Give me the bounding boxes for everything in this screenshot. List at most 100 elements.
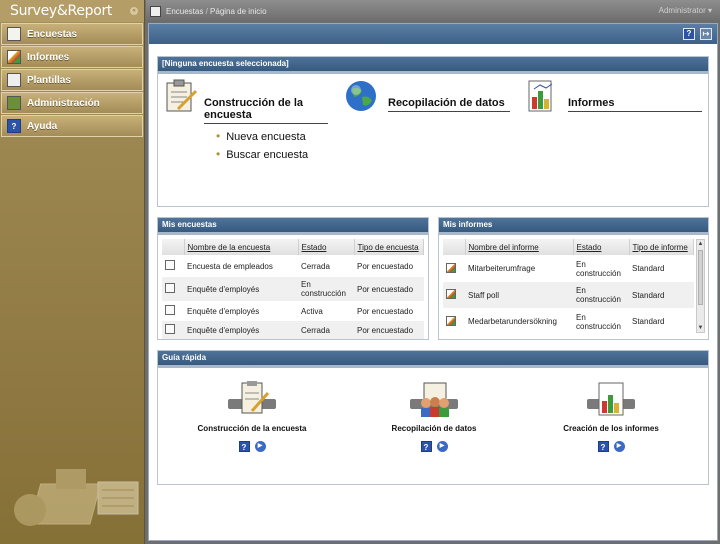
table-row[interactable]: Staff poll En construcción Standard xyxy=(443,282,694,308)
breadcrumb-current: Página de inicio xyxy=(210,6,267,16)
column-header-type[interactable]: Tipo de encuesta xyxy=(354,239,424,255)
survey-icon xyxy=(165,283,175,293)
surveys-table: Nombre de la encuesta Estado Tipo de enc… xyxy=(162,239,424,339)
guide-item-label: Construcción de la encuesta xyxy=(197,424,307,433)
sidebar-item-encuestas[interactable]: Encuestas xyxy=(1,23,143,45)
guide-item-label: Creación de los informes xyxy=(563,424,659,433)
breadcrumb-root[interactable]: Encuestas xyxy=(166,7,203,16)
quick-guide-panel: Guía rápida Construcción de la encuesta … xyxy=(157,350,709,485)
survey-status: Activa xyxy=(301,306,323,316)
chevron-down-icon: ▾ xyxy=(707,6,712,15)
report-chart-icon xyxy=(446,289,456,299)
help-icon: ? xyxy=(7,119,21,133)
survey-name[interactable]: Enquête d'employés xyxy=(184,277,298,301)
globe-icon xyxy=(346,81,376,111)
help-button[interactable]: ? xyxy=(683,28,695,40)
guide-item-build: Construcción de la encuesta ? ▶ xyxy=(177,381,327,452)
table-row[interactable]: Medarbetarundersökning En construcción S… xyxy=(443,308,694,335)
panel-title: [Ninguna encuesta seleccionada] xyxy=(158,57,708,74)
scrollbar-thumb[interactable] xyxy=(698,250,703,305)
report-name[interactable]: Mitarbeiterumfrage xyxy=(465,255,573,282)
report-name[interactable]: Staff poll xyxy=(465,282,573,308)
survey-icon xyxy=(165,324,175,334)
table-row[interactable]: Enquête d'employés En construcción Por e… xyxy=(162,277,424,301)
sidebar-decoration-image xyxy=(14,469,139,526)
panel-title: Mis informes xyxy=(439,218,708,235)
report-name[interactable]: Medarbetarundersökning xyxy=(465,308,573,335)
scroll-up-arrow-icon[interactable]: ▲ xyxy=(697,240,704,248)
wizard-step-reports: Informes xyxy=(526,79,706,119)
survey-type: Por encuestado xyxy=(354,277,424,301)
reports-table: Nombre del informe Estado Tipo de inform… xyxy=(443,239,694,335)
wizard-step-build: Construcción de la encuesta Nueva encues… xyxy=(164,79,334,189)
survey-icon xyxy=(150,5,161,17)
logo-bar: Survey&Report « xyxy=(0,0,144,22)
user-name: Administrator xyxy=(658,6,706,15)
survey-status: Cerrada xyxy=(298,321,354,339)
user-menu[interactable]: Administrator ▾ xyxy=(659,6,712,15)
table-row[interactable]: Enquête d'employés Activa Por encuestado xyxy=(162,301,424,321)
sidebar-item-label: Administración xyxy=(27,97,100,109)
report-chart-icon xyxy=(446,262,456,273)
report-type: Standard xyxy=(632,264,665,273)
play-video-icon[interactable]: ▶ xyxy=(254,441,266,452)
table-row[interactable]: Mitarbeiterumfrage En construcción Stand… xyxy=(443,255,694,282)
wizard-step-title: Recopilación de datos xyxy=(388,97,510,112)
main-header: ? ↦ xyxy=(149,24,717,44)
my-reports-panel: Mis informes Nombre del informe Estado T… xyxy=(438,217,709,340)
survey-name[interactable]: Enquête d'employés xyxy=(184,321,298,339)
survey-name[interactable]: Encuesta de empleados xyxy=(184,255,298,277)
column-header-name[interactable]: Nombre del informe xyxy=(465,239,574,255)
report-status: En construcción xyxy=(573,282,629,308)
survey-icon xyxy=(165,305,175,315)
sidebar-item-label: Encuestas xyxy=(27,28,78,40)
help-button[interactable]: ? xyxy=(238,441,250,452)
guide-item-label: Recopilación de datos xyxy=(391,424,477,433)
report-type: Standard xyxy=(632,317,665,326)
template-icon xyxy=(7,73,21,87)
collapse-sidebar-button[interactable]: « xyxy=(130,7,138,15)
exit-icon[interactable]: ↦ xyxy=(700,28,712,40)
wizard-step-title: Informes xyxy=(568,97,702,112)
people-film-icon xyxy=(410,382,458,417)
new-survey-link[interactable]: Nueva encuesta xyxy=(216,129,308,143)
panel-title: Guía rápida xyxy=(158,351,708,368)
sidebar-item-plantillas[interactable]: Plantillas xyxy=(1,69,143,91)
survey-icon xyxy=(7,27,21,41)
column-header-status[interactable]: Estado xyxy=(573,239,630,255)
panel-title: Mis encuestas xyxy=(158,218,428,235)
sidebar: Survey&Report « Encuestas Informes Plant… xyxy=(0,0,145,544)
help-button[interactable]: ? xyxy=(597,441,609,452)
sidebar-item-ayuda[interactable]: ? Ayuda xyxy=(1,115,143,137)
table-row[interactable]: Enquête d'employés Cerrada Por encuestad… xyxy=(162,321,424,339)
report-status: En construcción xyxy=(576,312,621,331)
sidebar-item-label: Plantillas xyxy=(27,74,71,86)
clipboard-icon xyxy=(166,79,198,112)
wizard-step-links: Nueva encuesta Buscar encuesta xyxy=(216,129,308,165)
sidebar-item-informes[interactable]: Informes xyxy=(1,46,143,68)
survey-name[interactable]: Enquête d'employés xyxy=(184,301,298,321)
play-video-icon[interactable]: ▶ xyxy=(436,441,448,452)
icon-column-header xyxy=(443,239,466,255)
play-video-icon[interactable]: ▶ xyxy=(613,441,625,452)
column-header-type[interactable]: Tipo de informe xyxy=(629,239,694,255)
table-row[interactable]: Encuesta de empleados Cerrada Por encues… xyxy=(162,255,424,277)
help-button[interactable]: ? xyxy=(420,441,432,452)
wizard-step-title: Construcción de la encuesta xyxy=(204,97,328,124)
column-header-name[interactable]: Nombre de la encuesta xyxy=(184,239,299,255)
guide-item-collect: Recopilación de datos ? ▶ xyxy=(359,381,509,452)
find-survey-link[interactable]: Buscar encuesta xyxy=(216,147,308,161)
survey-type: Por encuestado xyxy=(357,306,414,316)
scroll-down-arrow-icon[interactable]: ▼ xyxy=(697,324,704,332)
survey-wizard-panel: [Ninguna encuesta seleccionada] Construc… xyxy=(157,56,709,207)
wizard-step-collect: Recopilación de datos xyxy=(344,79,514,119)
chart-film-icon xyxy=(587,382,635,416)
report-chart-icon xyxy=(7,50,21,64)
reports-scrollbar[interactable]: ▲ ▼ xyxy=(696,239,705,333)
survey-icon xyxy=(165,260,175,270)
icon-column-header xyxy=(162,239,185,255)
column-header-status[interactable]: Estado xyxy=(298,239,355,255)
survey-status: Cerrada xyxy=(301,261,330,271)
sidebar-item-administracion[interactable]: Administración xyxy=(1,92,143,114)
clipboard-film-icon xyxy=(228,381,276,414)
